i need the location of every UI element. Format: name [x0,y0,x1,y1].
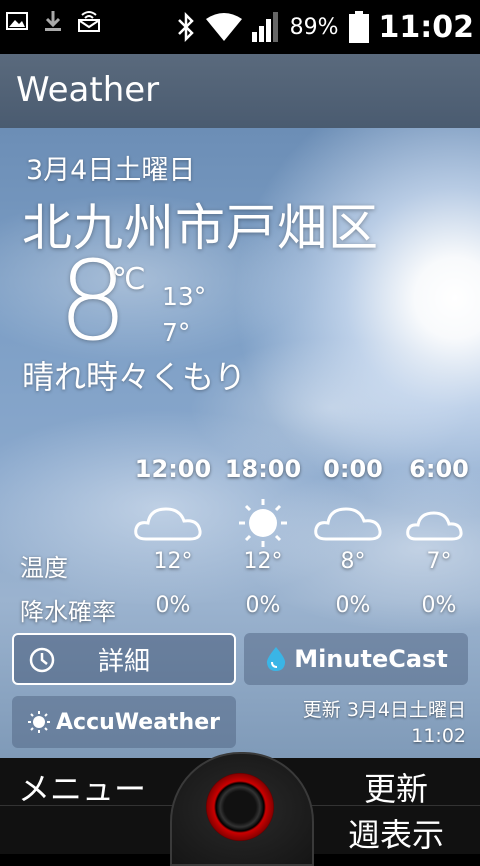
precipitation-row-label: 降水確率 [20,598,116,626]
high-temperature: 13° [162,282,207,311]
cloud-icon [134,507,202,541]
clock: 11:02 [378,9,475,45]
sun-icon [239,499,287,547]
app-bar: Weather [0,54,480,128]
weekly-view-button[interactable]: 週表示 [348,810,444,856]
forecast-time: 0:00 [323,455,383,483]
last-updated: 更新 3月4日土曜日 11:02 [303,697,466,749]
water-drop-icon [267,647,286,671]
detail-button-label: 詳細 [97,646,150,677]
last-updated-time: 11:02 [411,725,466,747]
forecast-temperature: 12° [243,549,283,574]
detail-button[interactable]: 詳細 [12,633,236,685]
low-temperature: 7° [162,318,191,347]
bluetooth-icon [177,12,194,42]
forecast-precipitation: 0% [155,593,191,618]
center-select-button[interactable] [206,773,274,841]
download-icon [45,11,61,31]
accuweather-button[interactable]: AccuWeather [12,696,236,748]
forecast-time: 12:00 [134,455,212,483]
weather-condition: 晴れ時々くもり [22,358,247,396]
system-icons: 89% 11:02 [176,6,474,48]
forecast-precipitation: 0% [335,593,371,618]
cast-icon [78,11,100,32]
temperature-unit: ℃ [112,262,146,297]
menu-button[interactable]: メニュー [18,764,146,810]
forecast-temperature: 12° [153,549,193,574]
cloud-icon [406,511,463,541]
minutecast-button[interactable]: MinuteCast [244,633,468,685]
forecast-precipitation: 0% [421,593,457,618]
forecast-temperature: 7° [426,549,452,574]
forecast-precipitation: 0% [245,593,281,618]
refresh-button[interactable]: 更新 [364,764,428,810]
picture-icon [6,12,28,30]
current-date: 3月4日土曜日 [26,155,196,186]
last-updated-date: 更新 3月4日土曜日 [302,699,466,721]
minutecast-label: MinuteCast [294,645,448,673]
forecast-time: 18:00 [224,455,302,483]
battery-percent: 89% [289,14,339,40]
accuweather-label: AccuWeather [56,709,220,735]
accuweather-sun-icon [28,711,51,733]
forecast-temperature: 8° [340,549,366,574]
notification-icons [6,10,100,32]
temperature-row-label: 温度 [20,554,68,582]
cloud-icon [314,507,382,541]
forecast-time: 6:00 [409,455,469,483]
signal-icon [251,12,278,42]
status-bar: 89% 11:02 [0,0,480,54]
wifi-icon [205,13,242,41]
app-title: Weather [16,70,160,110]
battery-icon [348,11,369,43]
clock-icon [29,647,55,673]
